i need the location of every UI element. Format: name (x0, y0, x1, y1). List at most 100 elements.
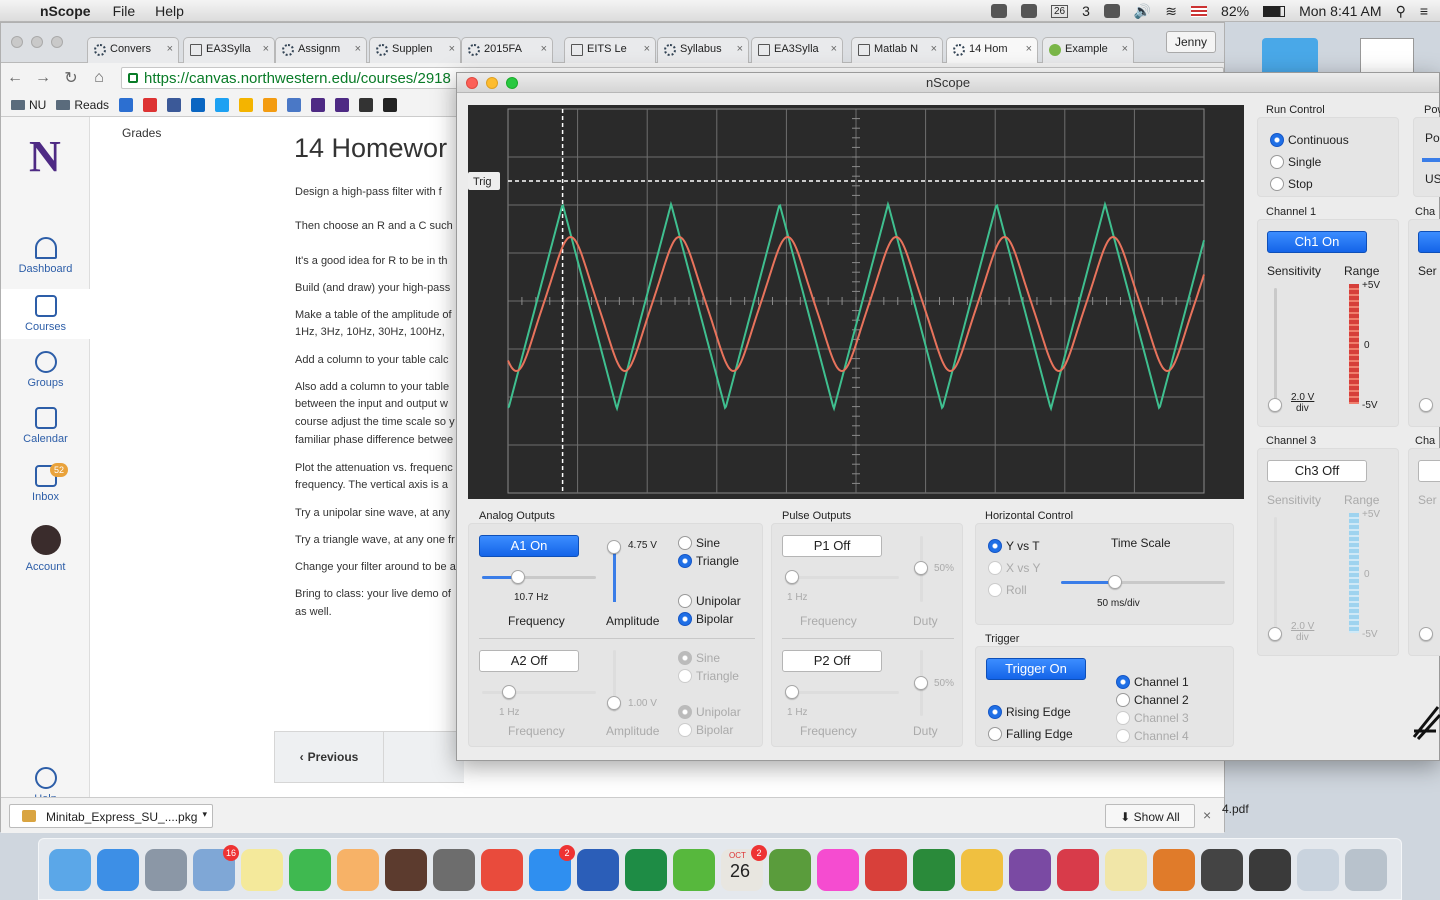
a1-toggle-button[interactable]: A1 On (479, 535, 579, 557)
dock-app-icon[interactable] (1201, 849, 1243, 891)
a2-bipolar-radio[interactable]: Bipolar (678, 723, 733, 737)
dock-app-icon[interactable] (961, 849, 1003, 891)
browser-tab[interactable]: EA3Sylla × (751, 37, 843, 63)
dock-app-icon[interactable] (625, 849, 667, 891)
dock-app-icon[interactable] (865, 849, 907, 891)
dock-app-icon[interactable] (577, 849, 619, 891)
dock-app-icon[interactable] (1249, 849, 1291, 891)
a2-triangle-radio[interactable]: Triangle (678, 669, 739, 683)
nav-courses[interactable]: Courses (1, 289, 90, 339)
close-window-button[interactable] (466, 77, 478, 89)
dock-app-icon[interactable] (385, 849, 427, 891)
a1-frequency-slider[interactable] (482, 576, 596, 579)
drive-icon[interactable] (239, 97, 254, 112)
ch4-toggle-button[interactable] (1418, 460, 1440, 482)
dock-app-icon[interactable] (337, 849, 379, 891)
browser-tab[interactable]: 2015FA × (461, 37, 553, 63)
ch1-toggle-button[interactable]: Ch1 On (1267, 231, 1367, 253)
a2-toggle-button[interactable]: A2 Off (479, 650, 579, 672)
minimize-window-button[interactable] (31, 36, 43, 48)
wifi-icon[interactable]: ≋ (1165, 3, 1177, 20)
forward-icon[interactable]: → (29, 69, 57, 87)
close-window-button[interactable] (11, 36, 23, 48)
bookmark-icon[interactable] (383, 97, 398, 112)
app-name[interactable]: nScope (40, 3, 91, 19)
p1-frequency-slider[interactable] (785, 576, 899, 579)
continuous-radio[interactable]: Continuous (1270, 133, 1349, 147)
battery-percent[interactable]: 82% (1221, 3, 1249, 19)
nav-account[interactable]: Account (1, 525, 90, 573)
close-icon[interactable]: × (1203, 807, 1211, 823)
adobe-status-icon[interactable]: 3 (1082, 3, 1090, 19)
p2-frequency-slider[interactable] (785, 691, 899, 694)
menu-help[interactable]: Help (155, 3, 184, 19)
nav-calendar[interactable]: Calendar (1, 407, 90, 445)
course-nav-grades[interactable]: Grades (122, 126, 161, 140)
browser-tab[interactable]: 14 Hom × (946, 37, 1038, 63)
desktop-file-label[interactable]: 4.pdf (1222, 802, 1249, 816)
time-scale-slider[interactable] (1061, 581, 1225, 584)
a1-frequency-knob[interactable] (511, 570, 526, 584)
y-vs-t-radio[interactable]: Y vs T (988, 539, 1040, 553)
dock-app-icon[interactable] (817, 849, 859, 891)
facebook-icon[interactable] (167, 97, 182, 112)
time-scale-knob[interactable] (1108, 575, 1123, 589)
a2-frequency-slider[interactable] (482, 691, 596, 694)
a2-frequency-knob[interactable] (502, 685, 516, 699)
clock[interactable]: Mon 8:41 AM (1299, 3, 1382, 19)
weibo-icon[interactable] (143, 97, 158, 112)
a1-bipolar-radio[interactable]: Bipolar (678, 612, 733, 626)
notification-center-icon[interactable]: ≡ (1420, 3, 1428, 19)
dock-app-icon[interactable] (1105, 849, 1147, 891)
dock-app-icon[interactable] (1009, 849, 1051, 891)
nav-dashboard[interactable]: Dashboard (1, 237, 90, 275)
dock-app-icon[interactable] (97, 849, 139, 891)
northwestern-logo[interactable]: N (29, 131, 61, 182)
roll-radio[interactable]: Roll (988, 583, 1027, 597)
dock-app-icon[interactable] (1345, 849, 1387, 891)
bookmark-u-icon[interactable] (263, 97, 278, 112)
dock-app-icon[interactable] (1057, 849, 1099, 891)
close-icon[interactable]: × (541, 43, 547, 55)
close-icon[interactable]: × (737, 43, 743, 55)
p2-toggle-button[interactable]: P2 Off (782, 650, 882, 672)
bookmark-icon[interactable] (359, 97, 374, 112)
dock-app-icon[interactable] (481, 849, 523, 891)
calendar-status-icon[interactable]: 26 (1050, 4, 1069, 18)
browser-tab[interactable]: Supplen × (369, 37, 461, 63)
ch2-toggle-button[interactable] (1418, 231, 1440, 253)
dock-app-icon[interactable] (1297, 849, 1339, 891)
profile-button[interactable]: Jenny (1165, 31, 1216, 53)
browser-tab[interactable]: Convers × (87, 37, 179, 63)
dock-app-icon[interactable] (145, 849, 187, 891)
dock-app-icon[interactable] (289, 849, 331, 891)
dock-app-icon[interactable] (1153, 849, 1195, 891)
ch3-toggle-button[interactable]: Ch3 Off (1267, 460, 1367, 482)
trigger-toggle-button[interactable]: Trigger On (986, 658, 1086, 680)
browser-tab[interactable]: Assignm × (275, 37, 367, 63)
browser-tab[interactable]: Example × (1042, 37, 1134, 63)
trigger-channel-3-radio[interactable]: Channel 3 (1116, 711, 1189, 725)
dock-app-icon[interactable] (913, 849, 955, 891)
close-icon[interactable]: × (167, 43, 173, 55)
close-icon[interactable]: × (1026, 43, 1032, 55)
back-icon[interactable]: ← (1, 69, 29, 87)
show-all-button[interactable]: ⬇ Show All (1105, 804, 1195, 828)
a1-amplitude-knob[interactable] (607, 539, 621, 554)
stop-radio[interactable]: Stop (1270, 177, 1313, 191)
close-icon[interactable]: × (931, 43, 937, 55)
dock-app-icon[interactable] (769, 849, 811, 891)
battery-status-icon[interactable] (1103, 4, 1120, 18)
p1-frequency-knob[interactable] (785, 570, 799, 584)
close-icon[interactable]: × (1122, 43, 1128, 55)
status-icon[interactable] (990, 4, 1007, 18)
close-icon[interactable]: × (355, 43, 361, 55)
spotlight-icon[interactable]: ⚲ (1396, 3, 1406, 20)
ch2-sensitivity-knob[interactable] (1419, 398, 1433, 412)
nav-inbox[interactable]: 52 Inbox (1, 463, 90, 503)
close-icon[interactable]: × (449, 43, 455, 55)
dock-app-icon[interactable] (241, 849, 283, 891)
nav-groups[interactable]: Groups (1, 351, 90, 389)
a2-sine-radio[interactable]: Sine (678, 651, 720, 665)
bookmark-n-icon[interactable] (311, 97, 326, 112)
